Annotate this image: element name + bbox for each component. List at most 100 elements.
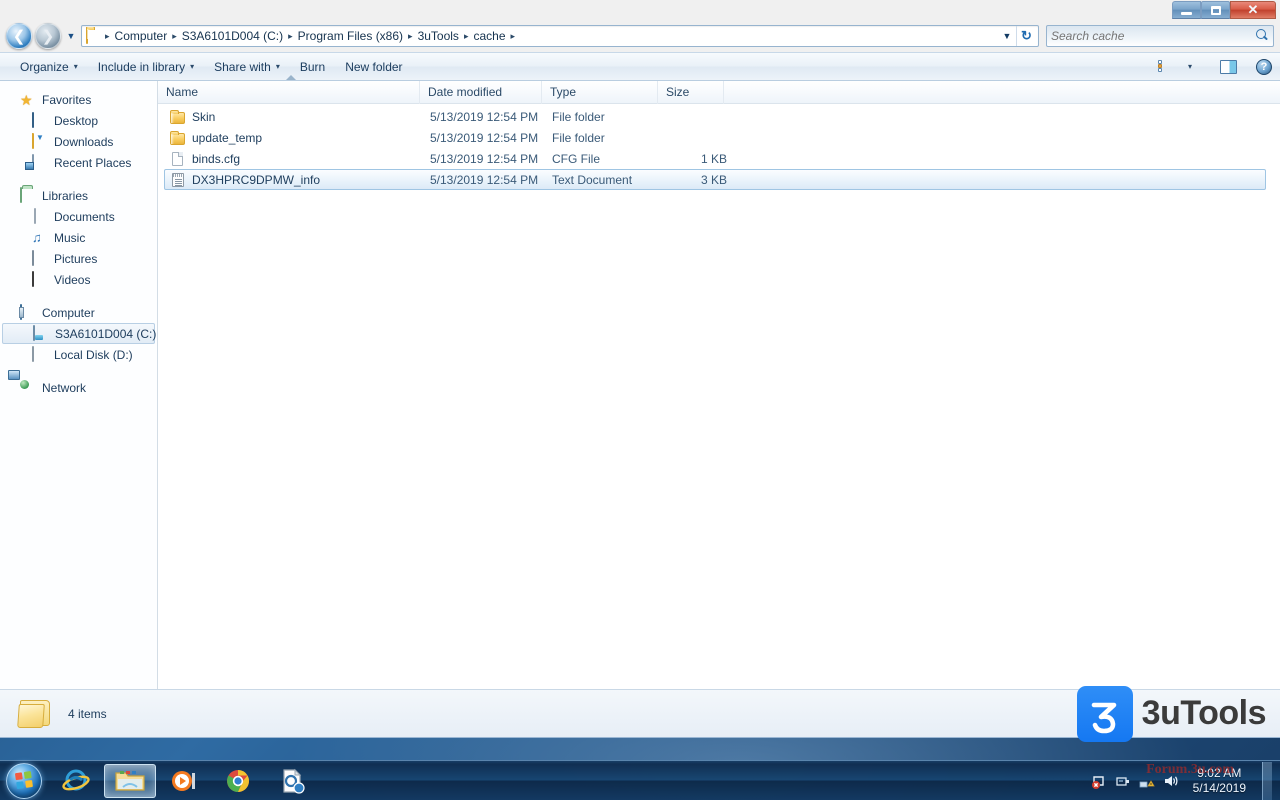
sidebar-label: Videos	[54, 272, 91, 287]
sidebar-label: Recent Places	[54, 155, 132, 170]
organize-button[interactable]: Organize ▾	[10, 55, 88, 78]
table-row[interactable]: Skin 5/13/2019 12:54 PM File folder	[164, 106, 1266, 127]
maximize-button[interactable]	[1201, 1, 1230, 19]
column-header-size[interactable]: Size	[658, 80, 724, 104]
breadcrumb-item-computer[interactable]: Computer	[111, 27, 172, 45]
view-dropdown-button[interactable]: ▾	[1178, 56, 1202, 78]
table-row[interactable]: binds.cfg 5/13/2019 12:54 PM CFG File 1 …	[164, 148, 1266, 169]
help-button[interactable]: ?	[1252, 56, 1276, 78]
music-icon: ♫	[32, 229, 42, 245]
breadcrumb-item-3utools[interactable]: 3uTools	[414, 27, 463, 45]
sidebar-label: Favorites	[42, 92, 92, 107]
address-bar[interactable]: ▸ Computer ▸ S3A6101D004 (C:) ▸ Program …	[81, 25, 1039, 47]
sort-ascending-icon	[286, 74, 296, 80]
breadcrumb: ▸ Computer ▸ S3A6101D004 (C:) ▸ Program …	[85, 27, 998, 45]
clock-time: 9:02 AM	[1197, 765, 1242, 780]
sidebar-item-local-disk-d[interactable]: Local Disk (D:)	[0, 344, 157, 365]
item-count-label: 4 items	[68, 706, 107, 721]
back-button[interactable]: ❮	[6, 23, 32, 49]
refresh-icon[interactable]: ↻	[1016, 26, 1036, 46]
sidebar-item-videos[interactable]: Videos	[0, 269, 157, 290]
sidebar-label: Music	[54, 230, 86, 245]
burn-button[interactable]: Burn	[290, 55, 335, 78]
sidebar-label: Libraries	[42, 188, 89, 203]
cell-date-modified: 5/13/2019 12:54 PM	[430, 151, 539, 166]
file-icon	[170, 151, 186, 167]
sidebar-item-libraries[interactable]: Libraries	[0, 185, 157, 206]
breadcrumb-separator: ▸	[408, 30, 413, 41]
address-bar-row: ❮ ❯ ▼ ▸ Computer ▸ S3A6101D004 (C:) ▸ Pr…	[0, 20, 1280, 52]
start-button[interactable]	[6, 762, 42, 799]
search-icon	[1255, 29, 1269, 43]
column-header-type[interactable]: Type	[542, 80, 658, 104]
file-name: DX3HPRC9DPMW_info	[192, 172, 321, 187]
search-input[interactable]	[1051, 29, 1255, 43]
file-name: update_temp	[192, 130, 263, 145]
network-status-icon[interactable]	[1139, 773, 1155, 789]
include-in-library-label: Include in library	[97, 59, 186, 74]
breadcrumb-separator: ▸	[105, 30, 110, 41]
3utools-watermark: 3uTools	[1076, 685, 1267, 742]
sidebar-item-drive-c[interactable]: S3A6101D004 (C:)	[2, 323, 157, 344]
sidebar-item-recent-places[interactable]: Recent Places	[0, 152, 157, 173]
column-label: Date modified	[428, 84, 503, 99]
chevron-down-icon: ▾	[275, 62, 280, 71]
cell-type: CFG File	[552, 151, 600, 166]
table-row[interactable]: update_temp 5/13/2019 12:54 PM File fold…	[164, 127, 1266, 148]
sidebar-label: Downloads	[54, 134, 114, 149]
column-header-date-modified[interactable]: Date modified	[420, 80, 542, 104]
taskbar-clock[interactable]: 9:02 AM 5/14/2019	[1187, 766, 1252, 796]
recent-pages-button[interactable]: ▼	[64, 31, 78, 41]
table-row[interactable]: DX3HPRC9DPMW_info 5/13/2019 12:54 PM Tex…	[164, 169, 1266, 190]
safely-remove-hardware-icon[interactable]	[1115, 773, 1131, 789]
address-dropdown-icon[interactable]: ▼	[998, 31, 1016, 41]
taskbar-search-tool[interactable]	[266, 764, 318, 798]
taskbar-windows-media-player[interactable]	[158, 764, 210, 798]
volume-icon[interactable]	[1163, 773, 1179, 789]
taskbar-google-chrome[interactable]	[212, 764, 264, 798]
cell-type: File folder	[552, 109, 605, 124]
breadcrumb-item-program-files[interactable]: Program Files (x86)	[294, 27, 407, 45]
cell-size: 1 KB	[700, 151, 727, 166]
star-icon: ★	[20, 91, 33, 108]
sidebar-item-downloads[interactable]: Downloads	[0, 131, 157, 152]
sidebar-label: S3A6101D004 (C:)	[55, 326, 157, 341]
file-rows: Skin 5/13/2019 12:54 PM File folder upda…	[158, 104, 1280, 689]
sidebar-item-computer[interactable]: Computer	[0, 302, 157, 323]
sidebar-item-desktop[interactable]: Desktop	[0, 110, 157, 131]
sidebar-item-pictures[interactable]: Pictures	[0, 248, 157, 269]
explorer-window: ✕ ❮ ❯ ▼ ▸ Computer ▸ S3A6101D004 (C:) ▸ …	[0, 0, 1280, 742]
nav-group-favorites: ★ Favorites Desktop Downloads Recent Pla…	[0, 89, 157, 173]
change-view-button[interactable]	[1154, 56, 1178, 78]
sidebar-item-favorites[interactable]: ★ Favorites	[0, 89, 157, 110]
share-with-button[interactable]: Share with ▾	[204, 55, 290, 78]
cell-size: 3 KB	[700, 172, 727, 187]
breadcrumb-item-cache[interactable]: cache	[469, 27, 509, 45]
sidebar-item-documents[interactable]: Documents	[0, 206, 157, 227]
search-box[interactable]	[1046, 25, 1274, 47]
show-desktop-button[interactable]	[1262, 761, 1272, 800]
share-with-label: Share with	[214, 59, 271, 74]
folder-icon	[17, 698, 54, 730]
forward-button[interactable]: ❯	[35, 23, 61, 49]
sidebar-label: Computer	[42, 305, 95, 320]
cell-date-modified: 5/13/2019 12:54 PM	[430, 109, 539, 124]
minimize-button[interactable]	[1172, 1, 1201, 19]
sidebar-item-network[interactable]: Network	[0, 377, 157, 398]
column-header-name[interactable]: Name	[158, 74, 420, 104]
action-center-icon[interactable]	[1091, 773, 1107, 789]
sidebar-item-music[interactable]: ♫ Music	[0, 227, 157, 248]
sidebar-label: Local Disk (D:)	[54, 347, 133, 362]
taskbar-internet-explorer[interactable]	[50, 764, 102, 798]
file-list-pane[interactable]: Name Date modified Type Size Skin 5/13/2…	[158, 74, 1280, 689]
include-in-library-button[interactable]: Include in library ▾	[88, 55, 204, 78]
new-folder-label: New folder	[345, 59, 403, 74]
breadcrumb-item-drive[interactable]: S3A6101D004 (C:)	[178, 27, 287, 45]
folder-icon	[170, 109, 186, 125]
preview-pane-button[interactable]	[1216, 56, 1240, 78]
close-button[interactable]: ✕	[1230, 1, 1276, 19]
file-name: binds.cfg	[192, 151, 241, 166]
new-folder-button[interactable]: New folder	[335, 55, 412, 78]
taskbar-windows-explorer[interactable]	[104, 763, 156, 798]
navigation-pane[interactable]: ★ Favorites Desktop Downloads Recent Pla…	[0, 81, 158, 689]
